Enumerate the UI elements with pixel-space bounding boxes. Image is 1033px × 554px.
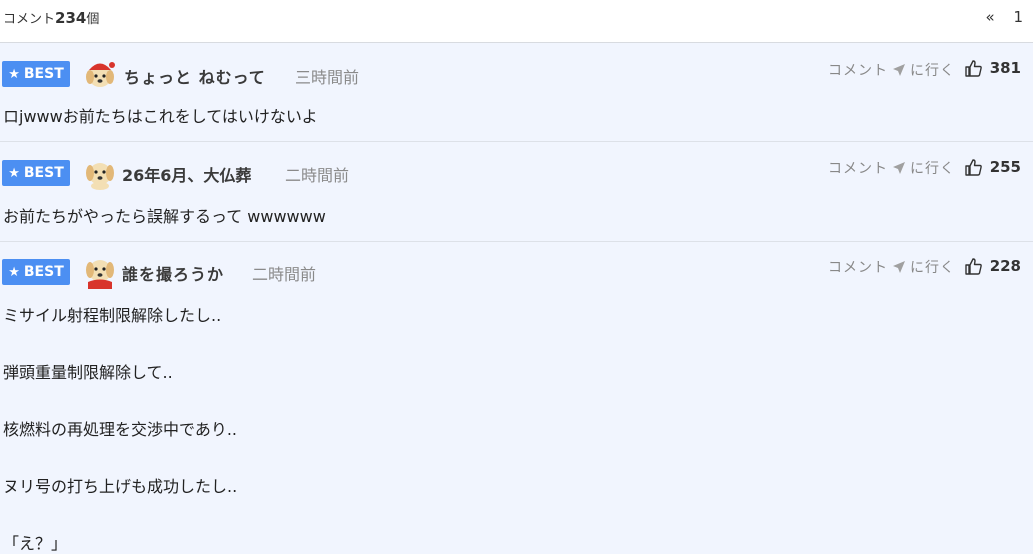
send-arrow-icon <box>893 64 905 76</box>
comment-line: お前たちがやったら誤解するって wwwwww <box>3 207 326 226</box>
comment-time: 二時間前 <box>285 166 350 185</box>
like-count: 228 <box>989 257 1021 275</box>
go-to-comment-link[interactable]: コメント に行く <box>828 60 955 80</box>
comment-time: 二時間前 <box>252 265 317 284</box>
comment-time: 三時間前 <box>295 68 360 87</box>
comment-count-suffix: 個 <box>86 12 100 27</box>
current-page-number[interactable]: 1 <box>1013 8 1023 26</box>
send-arrow-icon <box>893 162 905 174</box>
thumbs-up-icon <box>964 257 982 275</box>
like-count: 381 <box>989 59 1021 77</box>
send-arrow-icon <box>893 261 905 273</box>
like-button[interactable]: 255 <box>964 158 1021 176</box>
comment-author[interactable]: 26年6月、大仏葬 <box>122 162 251 186</box>
like-button[interactable]: 228 <box>964 257 1021 275</box>
star-icon: ★ <box>8 66 20 82</box>
comment-line: 弾頭重量制限解除して.. <box>3 363 173 382</box>
comment-line: ロjwwwお前たちはこれをしてはいけないよ <box>3 107 318 126</box>
like-button[interactable]: 381 <box>964 59 1021 77</box>
comment-item: ★ BEST 誰を撮ろうか 二時間前 コメント に行く 228 ミサイル射程制限解… <box>0 242 1033 553</box>
comment-item: ★ BEST ちょっと ねむって 三時間前 コメント に行く 381 ロjwwwお… <box>0 44 1033 142</box>
comment-line: ヌリ号の打ち上げも成功したし.. <box>3 477 238 496</box>
like-count: 255 <box>989 158 1021 176</box>
star-icon: ★ <box>8 264 20 280</box>
comment-line: ミサイル射程制限解除したし.. <box>3 306 222 325</box>
comments-header: コメント234個 « 1 <box>0 0 1033 43</box>
go-to-comment-link[interactable]: コメント に行く <box>828 158 955 178</box>
previous-page-button[interactable]: « <box>985 8 994 26</box>
comment-count-value: 234 <box>55 9 87 27</box>
avatar-puppy-icon <box>86 62 115 87</box>
star-icon: ★ <box>8 165 20 181</box>
comment-line: 核燃料の再処理を交渉中であり.. <box>3 420 238 439</box>
thumbs-up-icon <box>964 59 982 77</box>
go-to-comment-link[interactable]: コメント に行く <box>828 257 955 277</box>
comment-author[interactable]: 誰を撮ろうか <box>122 261 224 285</box>
comment-body: お前たちがやったら誤解するって wwwwww <box>3 203 326 227</box>
best-badge: ★ BEST <box>2 259 70 285</box>
comment-count: コメント234個 <box>3 8 99 27</box>
best-badge: ★ BEST <box>2 160 70 186</box>
comment-count-label: コメント <box>3 12 56 27</box>
comment-line: 「え？」 <box>3 534 68 553</box>
avatar-puppy-icon <box>86 260 114 289</box>
best-badge: ★ BEST <box>2 61 70 87</box>
thumbs-up-icon <box>964 158 982 176</box>
avatar-puppy-icon <box>86 163 114 190</box>
pagination: « 1 <box>985 8 1023 26</box>
comment-item: ★ BEST 26年6月、大仏葬 二時間前 コメント に行く 255 お前たちがや… <box>0 142 1033 242</box>
comment-author[interactable]: ちょっと ねむって <box>124 64 266 88</box>
comment-body: ロjwwwお前たちはこれをしてはいけないよ <box>3 103 318 127</box>
